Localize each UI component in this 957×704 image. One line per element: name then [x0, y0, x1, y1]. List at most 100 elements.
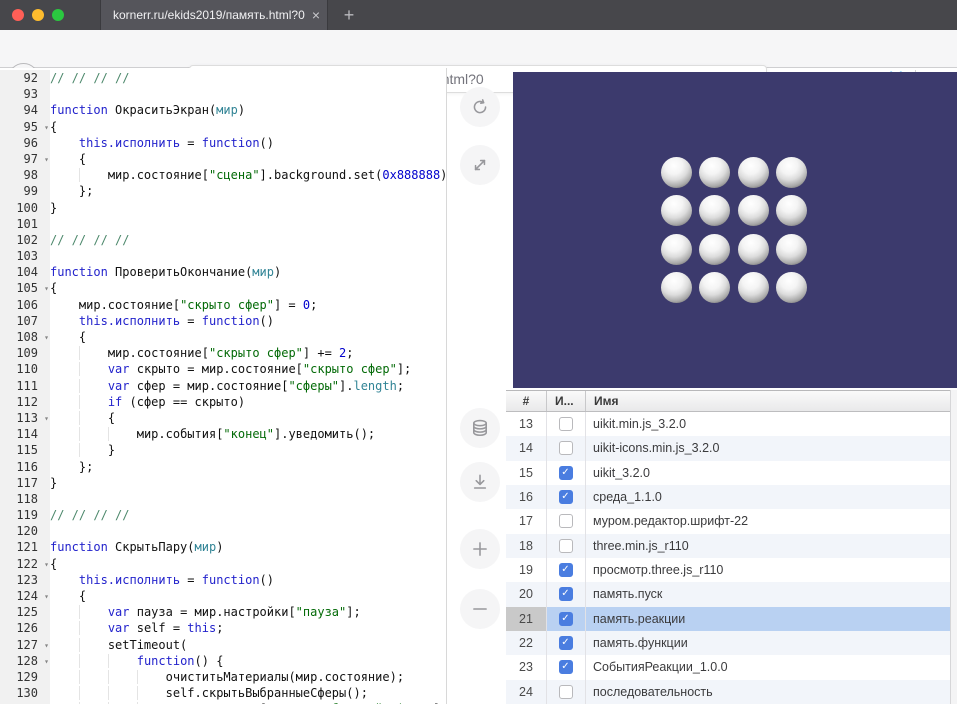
- row-checkbox[interactable]: ✓: [559, 490, 573, 504]
- header-name[interactable]: Имя: [585, 391, 957, 411]
- row-checkbox[interactable]: ✓: [559, 587, 573, 601]
- line-number: 128▾: [0, 653, 50, 669]
- fold-toggle-icon[interactable]: ▾: [44, 654, 49, 670]
- memory-sphere[interactable]: [776, 157, 807, 188]
- zoom-window-button[interactable]: [52, 9, 64, 21]
- close-window-button[interactable]: [12, 9, 24, 21]
- zoom-out-button[interactable]: [460, 589, 500, 629]
- fold-toggle-icon[interactable]: ▾: [44, 281, 49, 297]
- table-row[interactable]: 13uikit.min.js_3.2.0: [506, 412, 957, 436]
- table-scrollbar[interactable]: [950, 390, 957, 704]
- line-number: 92: [0, 70, 50, 86]
- header-number[interactable]: #: [506, 394, 546, 408]
- memory-sphere[interactable]: [776, 195, 807, 226]
- line-number: 125: [0, 604, 50, 620]
- code-line: [50, 523, 447, 539]
- memory-sphere[interactable]: [776, 234, 807, 265]
- memory-sphere[interactable]: [699, 157, 730, 188]
- module-table: 13uikit.min.js_3.2.014uikit-icons.min.js…: [506, 412, 957, 704]
- download-icon: [470, 472, 490, 492]
- browser-tab[interactable]: kornerr.ru/ekids2019/память.html?0 ×: [100, 0, 328, 30]
- code-line: };: [50, 183, 447, 199]
- fullscreen-button[interactable]: [460, 145, 500, 185]
- zoom-in-button[interactable]: [460, 529, 500, 569]
- row-name: uikit_3.2.0: [585, 461, 957, 485]
- plus-icon: [470, 539, 490, 559]
- row-checkbox-cell: ✓: [546, 485, 585, 509]
- memory-sphere[interactable]: [661, 272, 692, 303]
- download-button[interactable]: [460, 462, 500, 502]
- memory-sphere[interactable]: [738, 272, 769, 303]
- row-checkbox[interactable]: ✓: [559, 466, 573, 480]
- row-checkbox[interactable]: ✓: [559, 636, 573, 650]
- table-row[interactable]: 17муром.редактор.шрифт-22: [506, 509, 957, 533]
- table-row[interactable]: 21✓память.реакции: [506, 607, 957, 631]
- row-number: 23: [506, 655, 546, 679]
- fold-toggle-icon[interactable]: ▾: [44, 330, 49, 346]
- memory-sphere[interactable]: [661, 234, 692, 265]
- line-number: 130: [0, 685, 50, 701]
- fold-toggle-icon[interactable]: ▾: [44, 152, 49, 168]
- code-line: // // // //: [50, 70, 447, 86]
- game-canvas[interactable]: [513, 72, 957, 388]
- tab-close-icon[interactable]: ×: [305, 7, 327, 23]
- fold-toggle-icon[interactable]: ▾: [44, 589, 49, 605]
- reload-scene-button[interactable]: [460, 87, 500, 127]
- line-number: 99: [0, 183, 50, 199]
- row-number: 24: [506, 680, 546, 704]
- table-row[interactable]: 20✓память.пуск: [506, 582, 957, 606]
- line-number-gutter: 92939495▾9697▾9899100101102103104105▾106…: [0, 70, 50, 704]
- fold-toggle-icon[interactable]: ▾: [44, 120, 49, 136]
- code-editor[interactable]: 92939495▾9697▾9899100101102103104105▾106…: [0, 68, 447, 704]
- new-tab-button[interactable]: +: [334, 0, 364, 30]
- code-line: }: [50, 200, 447, 216]
- row-checkbox[interactable]: [559, 441, 573, 455]
- memory-sphere[interactable]: [738, 157, 769, 188]
- minimize-window-button[interactable]: [32, 9, 44, 21]
- row-checkbox[interactable]: [559, 514, 573, 528]
- table-row[interactable]: 24последовательность: [506, 680, 957, 704]
- table-row[interactable]: 14uikit-icons.min.js_3.2.0: [506, 436, 957, 460]
- memory-sphere[interactable]: [699, 234, 730, 265]
- row-checkbox[interactable]: [559, 417, 573, 431]
- database-icon: [470, 418, 490, 438]
- code-line: if (сфер == скрыто): [50, 394, 447, 410]
- code-line: function() {: [50, 653, 447, 669]
- header-used[interactable]: И...: [546, 391, 585, 411]
- memory-sphere[interactable]: [738, 195, 769, 226]
- table-row[interactable]: 23✓СобытияРеакции_1.0.0: [506, 655, 957, 679]
- row-checkbox[interactable]: ✓: [559, 612, 573, 626]
- line-number: 118: [0, 491, 50, 507]
- memory-sphere[interactable]: [699, 195, 730, 226]
- line-number: 121: [0, 539, 50, 555]
- fold-toggle-icon[interactable]: ▾: [44, 557, 49, 573]
- memory-sphere[interactable]: [776, 272, 807, 303]
- row-number: 16: [506, 485, 546, 509]
- code-line: мир.состояние["сцена"].background.set(0x…: [50, 167, 447, 183]
- memory-sphere[interactable]: [699, 272, 730, 303]
- row-checkbox[interactable]: ✓: [559, 563, 573, 577]
- fold-toggle-icon[interactable]: ▾: [44, 638, 49, 654]
- table-row[interactable]: 15✓uikit_3.2.0: [506, 461, 957, 485]
- line-number: 108▾: [0, 329, 50, 345]
- fold-toggle-icon[interactable]: ▾: [44, 411, 49, 427]
- memory-sphere[interactable]: [661, 195, 692, 226]
- line-number: 109: [0, 345, 50, 361]
- table-row[interactable]: 19✓просмотр.three.js_r110: [506, 558, 957, 582]
- row-checkbox[interactable]: [559, 539, 573, 553]
- table-row[interactable]: 22✓память.функции: [506, 631, 957, 655]
- row-name: three.min.js_r110: [585, 534, 957, 558]
- table-row[interactable]: 18three.min.js_r110: [506, 534, 957, 558]
- row-checkbox[interactable]: [559, 685, 573, 699]
- table-row[interactable]: 16✓среда_1.1.0: [506, 485, 957, 509]
- code-line: var пауза = мир.настройки["пауза"];: [50, 604, 447, 620]
- resources-button[interactable]: [460, 408, 500, 448]
- line-number: 123: [0, 572, 50, 588]
- row-checkbox[interactable]: ✓: [559, 660, 573, 674]
- line-number: 126: [0, 620, 50, 636]
- code-line: this.исполнить = function(): [50, 135, 447, 151]
- memory-sphere[interactable]: [738, 234, 769, 265]
- code-text-area[interactable]: // // // //function ОкраситьЭкран(мир){ …: [50, 70, 447, 704]
- row-number: 13: [506, 412, 546, 436]
- memory-sphere[interactable]: [661, 157, 692, 188]
